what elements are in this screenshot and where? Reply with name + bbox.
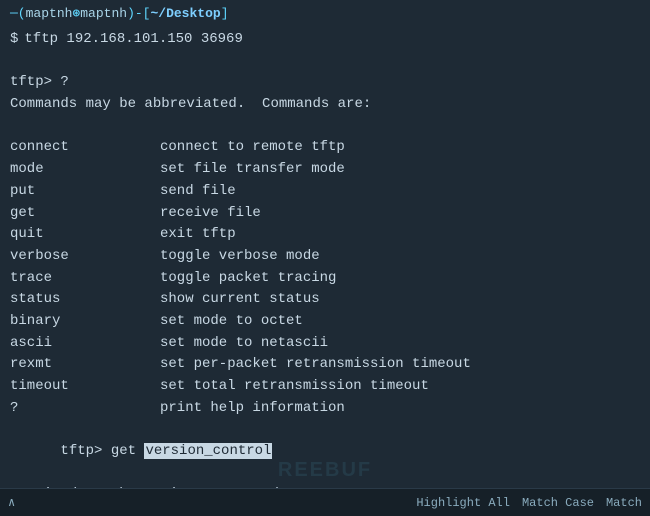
command-row-status: statusshow current status: [10, 289, 640, 311]
command-name: ?: [10, 398, 160, 420]
command-row-ascii: asciiset mode to netascii: [10, 333, 640, 355]
command-desc: set file transfer mode: [160, 159, 345, 181]
match-label: Match: [606, 496, 642, 510]
command-row-put: putsend file: [10, 181, 640, 203]
command-name: rexmt: [10, 354, 160, 376]
up-arrow-icon[interactable]: ∧: [8, 495, 15, 510]
command-row-get: getreceive file: [10, 203, 640, 225]
terminal-body[interactable]: $ tftp 192.168.101.150 36969 tftp> ? Com…: [0, 25, 650, 488]
command-name: ascii: [10, 333, 160, 355]
match-case-button[interactable]: Match Case: [522, 496, 594, 510]
title-bar-text: ─(maptnh⊛maptnh)-[~/Desktop]: [10, 6, 229, 21]
command-row-verbose: verbosetoggle verbose mode: [10, 246, 640, 268]
highlight-all-button[interactable]: Highlight All: [416, 496, 510, 510]
command-desc: show current status: [160, 289, 320, 311]
command-desc: set mode to netascii: [160, 333, 328, 355]
command-desc: connect to remote tftp: [160, 137, 345, 159]
command-desc: set per-packet retransmission timeout: [160, 354, 471, 376]
tftp-prompt-question: tftp> ?: [10, 72, 640, 94]
command-name: trace: [10, 268, 160, 290]
command-desc: print help information: [160, 398, 345, 420]
empty-line-1: [10, 51, 640, 73]
highlight-all-label: Highlight All: [416, 496, 510, 510]
command-desc: exit tftp: [160, 224, 236, 246]
command-row-quit: quitexit tftp: [10, 224, 640, 246]
terminal-window: ─(maptnh⊛maptnh)-[~/Desktop] $ tftp 192.…: [0, 0, 650, 516]
get-prompt: tftp> get: [60, 443, 144, 459]
command-name: verbose: [10, 246, 160, 268]
command-row-mode: modeset file transfer mode: [10, 159, 640, 181]
command-desc: set mode to octet: [160, 311, 303, 333]
get-command-line: tftp> get version_control: [10, 419, 640, 484]
command-table: connectconnect to remote tftpmodeset fil…: [10, 137, 640, 419]
shell-prompt: $: [10, 29, 18, 51]
command-row-trace: tracetoggle packet tracing: [10, 268, 640, 290]
title-bar: ─(maptnh⊛maptnh)-[~/Desktop]: [0, 0, 650, 25]
help-header: Commands may be abbreviated. Commands ar…: [10, 94, 640, 116]
command-row-connect: connectconnect to remote tftp: [10, 137, 640, 159]
command-row-binary: binaryset mode to octet: [10, 311, 640, 333]
command-desc: toggle packet tracing: [160, 268, 336, 290]
command-name: status: [10, 289, 160, 311]
get-argument: version_control: [144, 443, 272, 459]
command-desc: set total retransmission timeout: [160, 376, 429, 398]
bottom-bar: ∧ Highlight All Match Case Match: [0, 488, 650, 516]
command-name: get: [10, 203, 160, 225]
command-row-rexmt: rexmtset per-packet retransmission timeo…: [10, 354, 640, 376]
command-name: connect: [10, 137, 160, 159]
match-case-label: Match Case: [522, 496, 594, 510]
command-name: binary: [10, 311, 160, 333]
command-row-?: ?print help information: [10, 398, 640, 420]
empty-line-2: [10, 116, 640, 138]
command-row-timeout: timeoutset total retransmission timeout: [10, 376, 640, 398]
command-name: timeout: [10, 376, 160, 398]
command-desc: receive file: [160, 203, 261, 225]
command-name: put: [10, 181, 160, 203]
initial-command: tftp 192.168.101.150 36969: [24, 29, 242, 51]
command-desc: toggle verbose mode: [160, 246, 320, 268]
command-desc: send file: [160, 181, 236, 203]
match-button[interactable]: Match: [606, 496, 642, 510]
command-name: mode: [10, 159, 160, 181]
initial-command-line: $ tftp 192.168.101.150 36969: [10, 29, 640, 51]
command-name: quit: [10, 224, 160, 246]
